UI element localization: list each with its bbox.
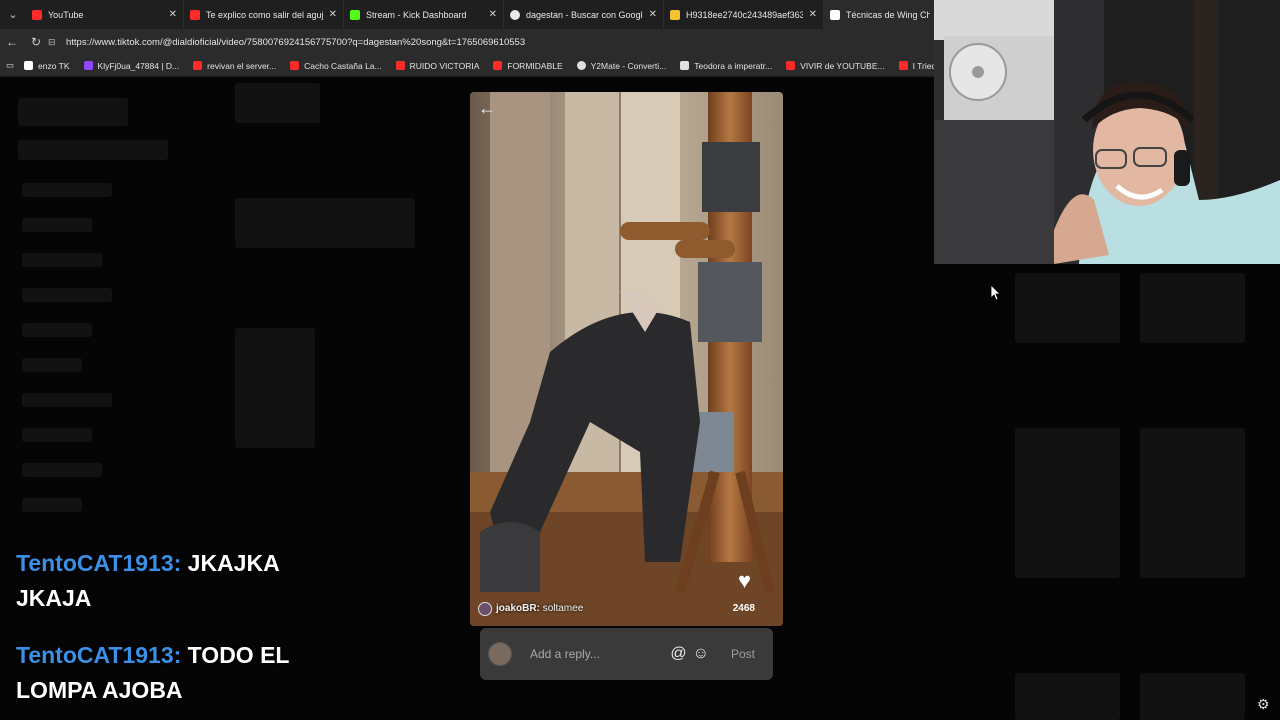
tab-file[interactable]: H9318ee2740c243489aef3637368 ✕ (664, 0, 824, 29)
feed-placeholder (1140, 273, 1245, 343)
like-count: 2468 (732, 603, 755, 614)
youtube-icon (898, 61, 908, 70)
back-icon[interactable]: ← (0, 29, 24, 55)
screen: ⌄ YouTube ✕ Te explico como salir del ag… (0, 0, 1280, 720)
close-icon[interactable]: ✕ (169, 9, 177, 20)
y2mate-icon (576, 61, 586, 70)
tab-search-icon[interactable]: ⌄ (0, 0, 26, 29)
youtube-icon (193, 61, 203, 70)
mention-icon[interactable]: @ (670, 645, 686, 663)
reply-bar: Add a reply... @ ☺ Post (480, 628, 773, 680)
tab-video[interactable]: Te explico como salir del agujero d ✕ (184, 0, 344, 29)
tab-tiktok-active[interactable]: Técnicas de Wing Chun e (824, 0, 936, 29)
youtube-icon (190, 9, 200, 20)
emoji-icon[interactable]: ☺ (693, 645, 709, 663)
document-icon (680, 61, 690, 70)
google-icon (510, 9, 520, 20)
tab-bar: ⌄ YouTube ✕ Te explico como salir del ag… (0, 0, 936, 29)
feed-placeholder (1015, 428, 1120, 578)
url-text: https://www.tiktok.com/@dialdioficial/vi… (66, 36, 526, 48)
bookmark-ruido[interactable]: RUIDO VICTORIA (395, 61, 479, 71)
heart-icon[interactable]: ♥ (738, 568, 751, 594)
sidebar-placeholder (22, 253, 102, 267)
close-icon[interactable]: ✕ (489, 9, 497, 20)
tab-kick[interactable]: Stream - Kick Dashboard ✕ (344, 0, 504, 29)
chat-message: TentoCAT1913: JKAJKA JKAJA (16, 546, 316, 616)
bookmark-enzo[interactable]: enzo TK (24, 61, 70, 71)
chat-message: TentoCAT1913: TODO EL LOMPA AJOBA (16, 638, 316, 708)
tiktok-icon (830, 9, 840, 20)
video-player[interactable]: ← joakoBR: soltamee ♥ 2468 (470, 92, 783, 626)
user-avatar (488, 642, 512, 666)
close-icon[interactable]: ✕ (329, 9, 337, 20)
commenter-avatar (478, 602, 492, 616)
youtube-icon (786, 61, 796, 70)
bookmark-twitch[interactable]: KlyFj0ua_47884 | D... (83, 61, 179, 71)
mouse-cursor-icon (991, 285, 1001, 301)
sidebar-placeholder (18, 140, 168, 160)
bookmark-revivan[interactable]: revivan el server... (193, 61, 276, 71)
sidebar-placeholder (22, 183, 112, 197)
webcam-frame (934, 0, 1280, 264)
webcam-overlay (934, 0, 1280, 264)
feed-placeholder (1015, 673, 1120, 720)
address-bar: ← ↻ ⊟ https://www.tiktok.com/@dialdiofic… (0, 29, 936, 55)
sidebar-placeholder (22, 323, 92, 337)
post-button[interactable]: Post (731, 647, 755, 661)
bookmark-y2mate[interactable]: Y2Mate - Converti... (576, 61, 666, 71)
sidebar-placeholder (22, 428, 92, 442)
sidebar-placeholder (22, 218, 92, 232)
close-icon[interactable]: ✕ (649, 9, 657, 20)
youtube-icon (290, 61, 300, 70)
bookmarks-bar: ▭ enzo TK KlyFj0ua_47884 | D... revivan … (0, 55, 955, 77)
sidebar-placeholder (22, 498, 82, 512)
back-arrow-icon[interactable]: ← (478, 98, 496, 119)
sidebar-placeholder (22, 288, 112, 302)
url-field[interactable]: ⊟ https://www.tiktok.com/@dialdioficial/… (48, 32, 928, 52)
image-file-icon (670, 9, 680, 20)
video-frame (470, 92, 783, 626)
feed-placeholder (1015, 273, 1120, 343)
reply-input[interactable]: Add a reply... (530, 647, 664, 661)
sidebar-placeholder (22, 393, 112, 407)
close-icon[interactable]: ✕ (809, 9, 817, 20)
kick-icon (350, 9, 360, 20)
youtube-icon (32, 9, 42, 20)
tiktok-icon (24, 61, 34, 70)
youtube-icon (395, 61, 405, 70)
youtube-icon (493, 61, 503, 70)
feed-placeholder (1140, 428, 1245, 578)
video-comment: joakoBR: soltamee (496, 603, 584, 614)
bookmark-cacho[interactable]: Cacho Castaña La... (290, 61, 382, 71)
gear-icon[interactable]: ⚙ (1257, 696, 1270, 713)
feed-placeholder (235, 83, 320, 123)
feed-placeholder (235, 328, 315, 448)
chat-username: TentoCAT1913: (16, 550, 182, 576)
bookmark-formidable[interactable]: FORMIDABLE (493, 61, 563, 71)
twitch-icon (83, 61, 93, 70)
sidebar-placeholder (22, 463, 102, 477)
feed-placeholder (1140, 673, 1245, 720)
tab-google[interactable]: dagestan - Buscar con Google ✕ (504, 0, 664, 29)
sidebar-placeholder (18, 98, 128, 126)
apps-icon[interactable]: ▭ (6, 60, 14, 71)
sidebar-placeholder (22, 358, 82, 372)
feed-placeholder (235, 198, 415, 248)
site-info-icon[interactable]: ⊟ (48, 37, 62, 48)
reload-icon[interactable]: ↻ (24, 29, 48, 55)
bookmark-vivir[interactable]: VIVIR de YOUTUBE... (786, 61, 885, 71)
tab-youtube[interactable]: YouTube ✕ (26, 0, 184, 29)
chat-username: TentoCAT1913: (16, 642, 182, 668)
bookmark-teodora[interactable]: Teodora a imperatr... (680, 61, 772, 71)
